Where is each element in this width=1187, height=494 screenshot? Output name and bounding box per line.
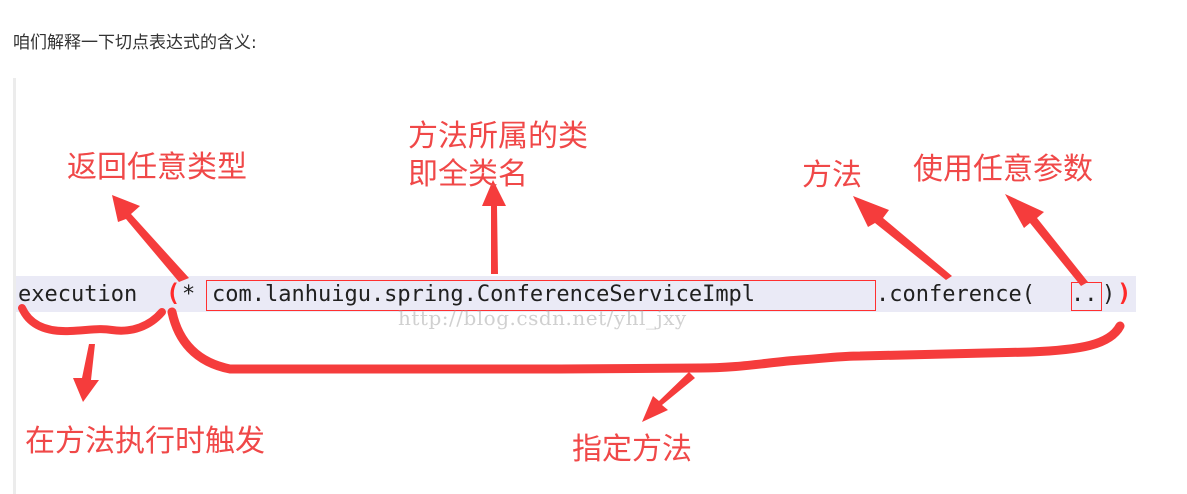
label-return-type: 返回任意类型 <box>67 150 247 185</box>
label-trigger: 在方法执行时触发 <box>25 424 265 459</box>
label-class-line2: 即全类名 <box>408 157 528 192</box>
arrow-class-name <box>482 180 506 274</box>
label-method: 方法 <box>802 158 862 193</box>
label-params: 使用任意参数 <box>913 152 1093 187</box>
label-class-line1: 方法所属的类 <box>408 119 588 154</box>
label-specify: 指定方法 <box>572 432 692 467</box>
arrow-return-type <box>112 195 189 282</box>
arrow-specify <box>642 372 695 422</box>
arrow-method <box>853 196 952 280</box>
brace-execution <box>18 304 166 336</box>
annotation-strokes <box>18 180 1125 422</box>
brace-method <box>167 307 1125 374</box>
arrow-trigger <box>73 344 99 402</box>
arrow-params <box>1005 194 1088 286</box>
